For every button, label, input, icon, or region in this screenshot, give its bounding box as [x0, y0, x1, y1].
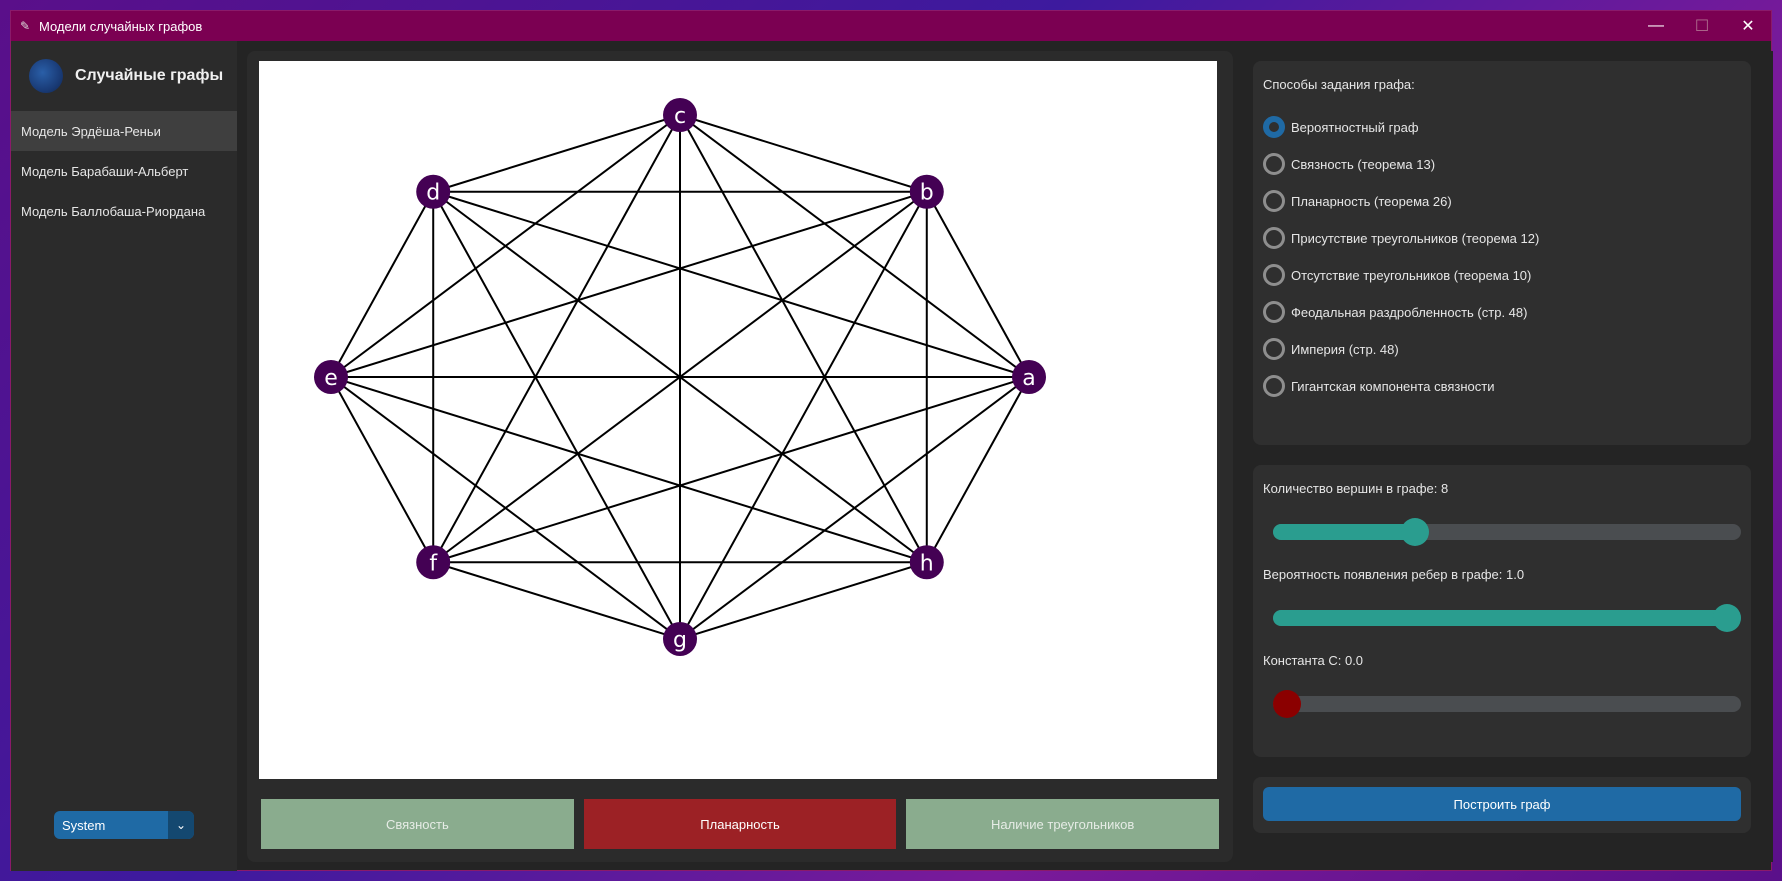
graph-node: b	[909, 174, 944, 209]
sidebar-item-label: Модель Барабаши-Альберт	[21, 163, 189, 179]
logo-text: Случайные графы	[75, 67, 224, 84]
graph-node-label: e	[324, 366, 338, 391]
graph-edge	[330, 190, 928, 378]
right-panel: Способы задания графа: Вероятностный гра…	[1243, 51, 1773, 862]
graph-node-label: b	[920, 181, 934, 206]
methods-title: Способы задания графа:	[1263, 77, 1415, 92]
graph-node-label: a	[1022, 366, 1035, 391]
graph-edge	[330, 376, 928, 564]
graph-node-label: g	[673, 628, 687, 653]
radio-option[interactable]: Связность (теорема 13)	[1263, 152, 1435, 176]
graph-node-label: f	[429, 551, 438, 576]
constant-label: Константа C: 0.0	[1263, 653, 1364, 668]
vertices-label: Количество вершин в графе: 8	[1263, 481, 1449, 496]
theme-select[interactable]: System ⌄	[54, 811, 194, 839]
build-graph-button[interactable]: Построить граф	[1263, 787, 1741, 821]
probability-slider-handle[interactable]	[1713, 604, 1741, 632]
radio-label: Империя (стр. 48)	[1291, 341, 1399, 357]
graph-node: e	[314, 360, 348, 394]
graph-canvas: a b c d e f g h	[259, 61, 1217, 779]
radio-option[interactable]: Феодальная раздробленность (стр. 48)	[1263, 300, 1527, 324]
radio-unchecked-icon[interactable]	[1263, 264, 1285, 286]
logo-row: Случайные графы	[11, 41, 237, 111]
radio-label: Феодальная раздробленность (стр. 48)	[1291, 304, 1528, 320]
radio-option[interactable]: Присутствие треугольников (теорема 12)	[1263, 226, 1539, 250]
probability-slider-fill	[1273, 610, 1727, 626]
connectivity-button[interactable]: Связность	[261, 799, 574, 849]
sidebar-item-label: Модель Эрдёша-Реньи	[21, 123, 161, 139]
minimize-button[interactable]: —	[1633, 11, 1679, 41]
graph-node: f	[416, 545, 451, 580]
planarity-button[interactable]: Планарность	[583, 799, 897, 849]
radio-option[interactable]: Империя (стр. 48)	[1263, 337, 1399, 361]
theme-value: System	[62, 817, 106, 833]
radio-label: Отсутствие треугольников (теорема 10)	[1291, 267, 1532, 283]
graph-edge	[432, 114, 681, 563]
window-title: Модели случайных графов	[39, 18, 203, 34]
radio-unchecked-icon[interactable]	[1263, 338, 1285, 360]
sidebar-item-barabasi-albert[interactable]: Модель Барабаши-Альберт	[11, 151, 237, 191]
probability-slider[interactable]	[1273, 604, 1741, 632]
sidebar: Случайные графы Модель Эрдёша-Реньи Моде…	[11, 41, 237, 871]
radio-option[interactable]: Планарность (теорема 26)	[1263, 189, 1452, 213]
radio-label: Связность (теорема 13)	[1291, 156, 1436, 172]
constant-slider[interactable]	[1273, 690, 1741, 718]
sidebar-item-erdos-renyi[interactable]: Модель Эрдёша-Реньи	[11, 111, 237, 151]
vertices-slider-fill	[1273, 524, 1415, 540]
radio-label: Вероятностный граф	[1291, 119, 1419, 135]
graph-edge	[432, 190, 1030, 378]
sidebar-item-bollobas-riordan[interactable]: Модель Баллобаша-Риордана	[11, 191, 237, 231]
graph-edge	[679, 114, 928, 563]
radio-unchecked-icon[interactable]	[1263, 227, 1285, 249]
build-card: Построить граф	[1253, 777, 1751, 833]
vertices-slider-handle[interactable]	[1400, 518, 1429, 546]
maximize-button[interactable]: ☐	[1679, 11, 1725, 41]
graph-node: c	[663, 98, 697, 132]
graph-svg: a b c d e f g h	[314, 98, 1046, 656]
graph-node-label: h	[920, 551, 934, 576]
methods-card: Способы задания графа: Вероятностный гра…	[1253, 61, 1751, 445]
graph-node: h	[909, 545, 944, 580]
params-card: Количество вершин в графе: 8 Вероятность…	[1253, 465, 1751, 757]
graph-edge	[679, 191, 928, 640]
radio-unchecked-icon[interactable]	[1263, 375, 1285, 397]
chevron-down-icon[interactable]: ⌄	[168, 811, 194, 839]
graph-node: a	[1012, 360, 1046, 394]
graph-node: g	[663, 622, 697, 656]
main-frame: a b c d e f g h Связность Планарность Наличие т…	[247, 51, 1233, 862]
radio-label: Гигантская компонента связности	[1291, 378, 1495, 394]
radio-label: Присутствие треугольников (теорема 12)	[1291, 230, 1540, 246]
app-window: ✎ Модели случайных графов — ☐ ✕ Случайны…	[10, 10, 1773, 871]
probability-label: Вероятность появления ребер в графе: 1.0	[1263, 567, 1525, 582]
triangles-button[interactable]: Наличие треугольников	[906, 799, 1220, 849]
action-buttons: Связность Планарность Наличие треугольни…	[261, 799, 1220, 849]
radio-option[interactable]: Отсутствие треугольников (теорема 10)	[1263, 263, 1531, 287]
logo-icon	[29, 59, 63, 93]
graph-node: d	[416, 174, 451, 209]
graph-node-label: c	[674, 104, 686, 129]
constant-slider-handle[interactable]	[1273, 690, 1301, 718]
close-button[interactable]: ✕	[1725, 11, 1771, 41]
radio-unchecked-icon[interactable]	[1263, 153, 1285, 175]
radio-option[interactable]: Вероятностный граф	[1263, 115, 1419, 139]
radio-option[interactable]: Гигантская компонента связности	[1263, 374, 1495, 398]
radio-checked-icon[interactable]	[1263, 116, 1285, 138]
graph-edge	[432, 191, 681, 640]
radio-label: Планарность (теорема 26)	[1291, 193, 1452, 209]
title-bar[interactable]: ✎ Модели случайных графов — ☐ ✕	[11, 11, 1771, 41]
radio-unchecked-icon[interactable]	[1263, 190, 1285, 212]
graph-edge	[432, 376, 1030, 564]
vertices-slider[interactable]	[1273, 518, 1741, 546]
sidebar-item-label: Модель Баллобаша-Риордана	[21, 203, 206, 219]
radio-unchecked-icon[interactable]	[1263, 301, 1285, 323]
feather-icon: ✎	[19, 19, 31, 33]
graph-node-label: d	[426, 181, 440, 206]
